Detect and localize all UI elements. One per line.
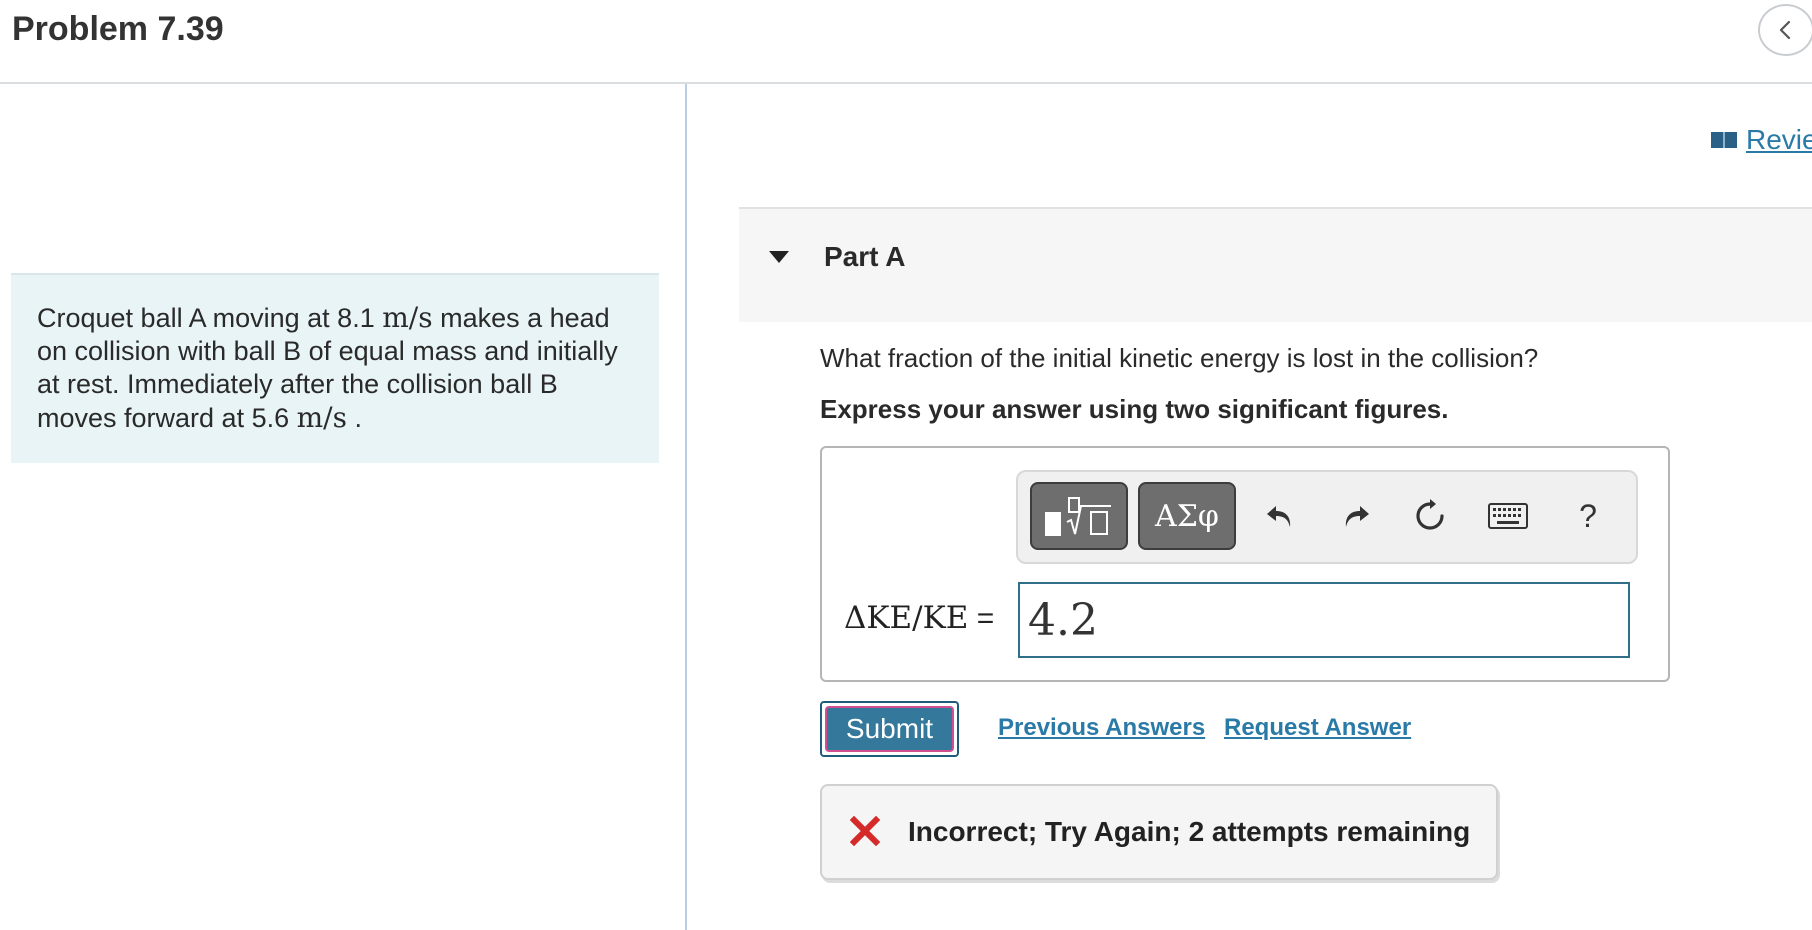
problem-text: Croquet ball A moving at 8.1 <box>37 303 383 333</box>
review-label: Revie <box>1746 124 1812 155</box>
request-answer-link[interactable]: Request Answer <box>1224 714 1411 742</box>
answer-input[interactable] <box>1018 582 1630 658</box>
submit-button[interactable]: Submit <box>825 706 954 752</box>
part-a-header[interactable]: Part A <box>739 207 1812 322</box>
caret-down-icon[interactable] <box>767 249 791 265</box>
previous-answers-link[interactable]: Previous Answers <box>998 714 1205 742</box>
velocity-unit: m/s <box>296 401 347 434</box>
velocity-unit: m/s <box>382 301 433 334</box>
review-link[interactable]: Revie <box>1710 124 1812 156</box>
question-text: What fraction of the initial kinetic ene… <box>820 343 1539 373</box>
problem-text: . <box>346 403 362 433</box>
pane-divider <box>685 84 687 930</box>
keyboard-icon[interactable] <box>1486 494 1530 538</box>
incorrect-x-icon <box>850 816 880 846</box>
math-toolbar: ΑΣφ ? <box>1016 470 1638 564</box>
submit-focus-ring: Submit <box>820 701 959 757</box>
book-icon <box>1711 132 1737 148</box>
templates-button[interactable] <box>1030 482 1128 550</box>
page-title: Problem 7.39 <box>12 10 224 48</box>
answer-box: ΑΣφ ? ΔKE/KE = <box>820 446 1670 682</box>
part-title: Part A <box>824 241 906 272</box>
chevron-left-icon <box>1779 20 1791 40</box>
back-button[interactable] <box>1758 4 1812 56</box>
greek-symbols-button[interactable]: ΑΣφ <box>1138 482 1236 550</box>
redo-icon[interactable] <box>1334 494 1378 538</box>
instruction-text: Express your answer using two significan… <box>820 394 1449 424</box>
help-icon[interactable]: ? <box>1566 494 1610 538</box>
answer-label-math: ΔKE/KE <box>844 600 969 636</box>
answer-label: ΔKE/KE = <box>844 600 994 636</box>
reset-icon[interactable] <box>1408 494 1452 538</box>
problem-statement: Croquet ball A moving at 8.1 m/s makes a… <box>11 273 659 463</box>
undo-icon[interactable] <box>1258 494 1302 538</box>
feedback-message: Incorrect; Try Again; 2 attempts remaini… <box>908 816 1471 847</box>
templates-icon <box>1045 497 1111 536</box>
header: Problem 7.39 <box>0 0 1812 84</box>
feedback-box: Incorrect; Try Again; 2 attempts remaini… <box>820 784 1498 880</box>
equals-sign: = <box>968 602 995 635</box>
